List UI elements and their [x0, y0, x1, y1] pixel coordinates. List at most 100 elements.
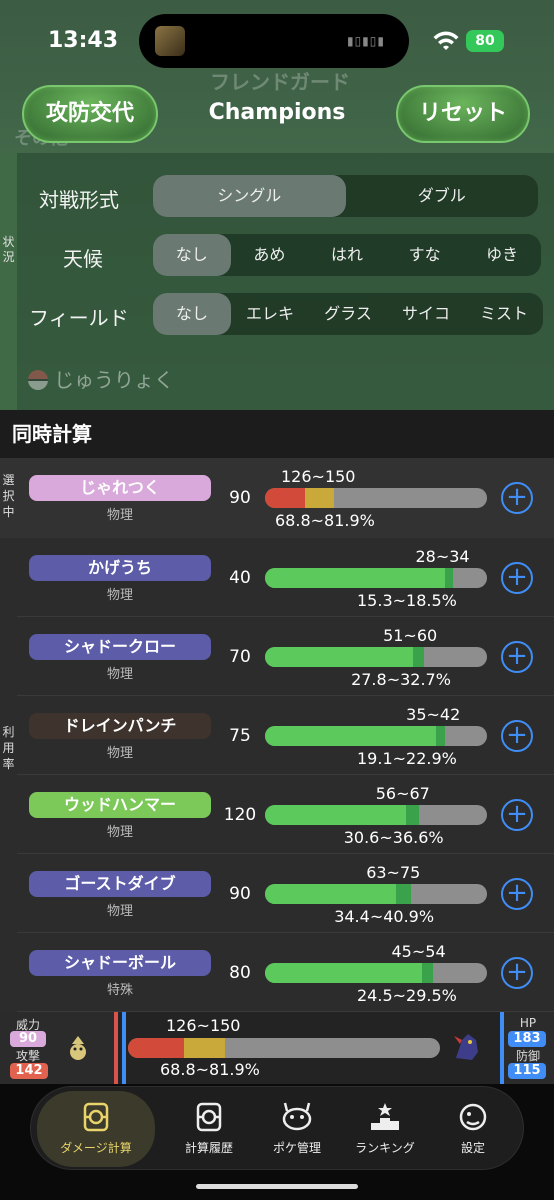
move-power: 75 [229, 726, 251, 746]
damage-percent: 27.8~32.7% [351, 670, 451, 689]
move-row[interactable]: ウッドハンマー 物理 120 56~67 30.6~36.6% + [17, 775, 554, 854]
damage-percent: 24.5~29.5% [357, 986, 457, 1005]
damage-range: 56~67 [375, 784, 430, 803]
add-move-button[interactable]: + [501, 878, 533, 910]
weather-option-1[interactable]: あめ [231, 234, 309, 276]
attack-label: 攻撃 [15, 1049, 40, 1063]
gravity-label: じゅうりょく [54, 368, 174, 392]
field-option-0[interactable]: なし [153, 293, 231, 335]
status-time: 13:43 [48, 28, 119, 53]
swap-attack-defense-button[interactable]: 攻防交代 [22, 85, 158, 143]
battle_format-option-0[interactable]: シングル [153, 175, 346, 217]
gravity-toggle[interactable]: じゅうりょく [28, 364, 174, 393]
remaining-min-segment [265, 568, 446, 588]
power-badge: 90 [10, 1031, 46, 1047]
tab-damage-calc[interactable]: ダメージ計算 [37, 1091, 155, 1167]
tab-ranking[interactable]: ランキング [341, 1087, 429, 1171]
add-move-button[interactable]: + [501, 799, 533, 831]
hp-remaining-bar [265, 726, 487, 746]
add-move-button[interactable]: + [501, 720, 533, 752]
home-indicator[interactable] [196, 1184, 358, 1189]
damage-range: 35~42 [406, 705, 461, 724]
remaining-min-segment [265, 805, 406, 825]
move-name-pill[interactable]: ドレインパンチ [29, 713, 211, 739]
move-name-pill[interactable]: シャドークロー [29, 634, 211, 660]
move-category: 物理 [106, 904, 133, 919]
tab-settings[interactable]: 設定 [429, 1087, 517, 1171]
tab-bar: ダメージ計算 計算履歴 ポケ管理 ランキング 設定 [30, 1086, 524, 1170]
move-category: 物理 [106, 825, 133, 840]
battle_format-option-1[interactable]: ダブル [346, 175, 539, 217]
field-option-1[interactable]: エレキ [231, 293, 309, 335]
battle-format-segmented: シングル ダブル [153, 175, 538, 217]
tab-label: 計算履歴 [184, 1141, 233, 1155]
damage-percent: 30.6~36.6% [343, 828, 444, 847]
tab-label: ランキング [355, 1141, 415, 1155]
summary-bar: 威力 90 攻撃 142 126~150 68.8~81.9% HP 183 防… [0, 1012, 554, 1084]
damage-range: 51~60 [383, 626, 438, 645]
attacker-sprite-icon [70, 1036, 86, 1060]
tab-pokemon-manage[interactable]: ポケ管理 [253, 1087, 341, 1171]
field-option-4[interactable]: ミスト [465, 293, 543, 335]
add-move-button[interactable]: + [501, 562, 533, 594]
move-category: 物理 [106, 746, 133, 761]
damage-min-segment [265, 488, 306, 508]
reset-button[interactable]: リセット [396, 85, 530, 143]
move-power: 90 [229, 884, 251, 904]
move-name-pill[interactable]: かげうち [29, 555, 211, 581]
usage-side-label: 利用率 [2, 725, 15, 771]
add-move-button[interactable]: + [501, 482, 533, 514]
tab-label: ダメージ計算 [60, 1141, 132, 1155]
field-label: フィールド [29, 306, 129, 330]
add-move-button[interactable]: + [501, 957, 533, 989]
move-row[interactable]: シャドーボール 特殊 80 45~54 24.5~29.5% + [17, 933, 554, 1012]
battle-format-label: 対戦形式 [39, 188, 119, 212]
weather-option-0[interactable]: なし [153, 234, 231, 276]
conditions-side-label: 状況 [0, 153, 17, 410]
damage-range: 28~34 [415, 547, 470, 566]
add-move-button[interactable]: + [501, 641, 533, 673]
move-name-pill[interactable]: シャドーボール [29, 950, 211, 976]
damage-percent: 19.1~22.9% [357, 749, 457, 768]
tab-history[interactable]: 計算履歴 [165, 1087, 253, 1171]
weather-option-3[interactable]: すな [386, 234, 464, 276]
field-option-3[interactable]: サイコ [387, 293, 465, 335]
top-area: フレンドガード その他 13:43 ▮▯▮▯▮ 80 攻防交代 Champion… [0, 0, 554, 410]
move-row[interactable]: ゴーストダイブ物理 90 63~75 34.4~40.9% + [17, 854, 554, 933]
damage-range: 63~75 [366, 863, 421, 882]
tab-label: ポケ管理 [272, 1141, 321, 1155]
move-row[interactable]: かげうち 物理 40 28~34 15.3~18.5% + [17, 538, 554, 617]
divider [122, 1012, 126, 1084]
selected-move-panel: 選択中 じゃれつく 物理 90 126~150 68.8~81.9% + [0, 458, 554, 538]
move-power: 70 [229, 647, 251, 667]
damage-percent: 34.4~40.9% [334, 907, 435, 926]
field-segmented: なし エレキ グラス サイコ ミスト [153, 293, 543, 335]
move-power: 80 [229, 963, 251, 983]
selected-move-row[interactable]: じゃれつく 物理 90 126~150 68.8~81.9% + [17, 458, 554, 538]
hp-remaining-bar [265, 647, 487, 667]
defender-sprite-icon [454, 1034, 478, 1060]
hp-remaining-bar [265, 805, 487, 825]
hp-remaining-bar [265, 963, 487, 983]
summary-damage-range: 126~150 [166, 1016, 241, 1035]
move-row[interactable]: ドレインパンチ物理 75 35~42 19.1~22.9% + [17, 696, 554, 775]
tab-label: 設定 [460, 1141, 485, 1155]
attack-badge: 142 [10, 1063, 48, 1079]
move-name-pill[interactable]: じゃれつく [29, 475, 211, 501]
weather-label: 天候 [63, 247, 103, 271]
weather-option-4[interactable]: ゆき [463, 234, 541, 276]
hp-remaining-bar [265, 568, 487, 588]
remaining-min-segment [265, 726, 437, 746]
move-name-pill[interactable]: ゴーストダイブ [29, 871, 211, 897]
move-category: 物理 [106, 508, 133, 523]
damage-range-segment [305, 488, 335, 508]
weather-option-2[interactable]: はれ [308, 234, 386, 276]
summary-hp-bar [128, 1038, 440, 1058]
remaining-min-segment [265, 884, 397, 904]
defense-badge: 115 [508, 1063, 546, 1079]
move-row[interactable]: シャドークロー 物理 70 51~60 27.8~32.7% + [17, 617, 554, 696]
move-name-pill[interactable]: ウッドハンマー [29, 792, 211, 818]
remaining-min-segment [265, 963, 422, 983]
field-option-2[interactable]: グラス [309, 293, 387, 335]
page-title: Champions [208, 100, 346, 125]
